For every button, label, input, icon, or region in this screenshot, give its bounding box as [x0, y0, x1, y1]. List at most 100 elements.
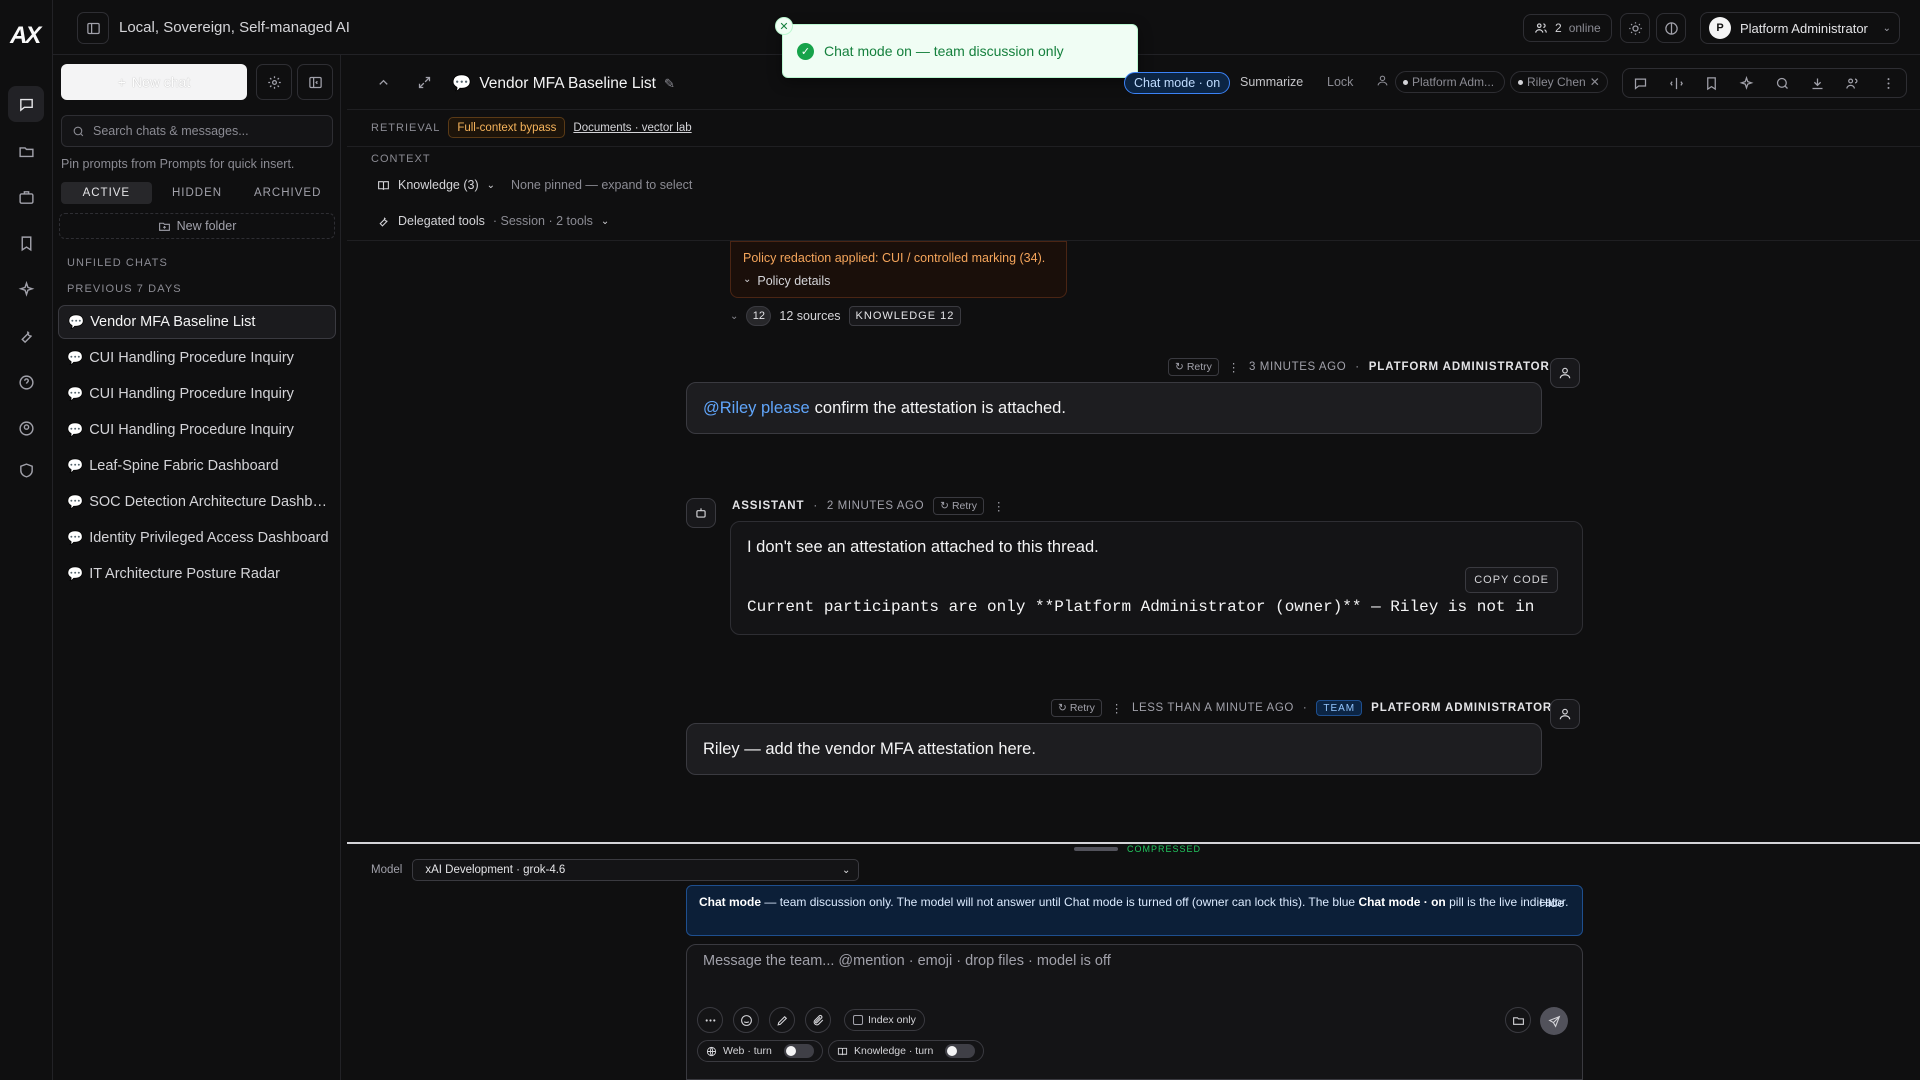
chat-list-item[interactable]: 💬 CUI Handling Procedure Inquiry: [58, 413, 336, 447]
settings-button[interactable]: [256, 64, 292, 100]
web-switch[interactable]: [783, 1044, 814, 1058]
knowledge-toggle[interactable]: Knowledge · turn: [828, 1040, 985, 1062]
message-time: 3 MINUTES AGO: [1249, 361, 1347, 373]
chats-nav-icon[interactable]: [8, 86, 44, 122]
comment-icon[interactable]: [1633, 76, 1648, 91]
open-folder-button[interactable]: [1505, 1007, 1531, 1033]
collapse-panel-button[interactable]: [297, 64, 333, 100]
pencil-icon: [776, 1015, 787, 1026]
index-only-checkbox[interactable]: Index only: [844, 1009, 925, 1031]
divider: [347, 146, 1920, 147]
delegated-tools-selector[interactable]: Delegated tools · Session · 2 tools ⌄: [377, 214, 609, 228]
help-nav-icon[interactable]: [8, 364, 44, 400]
documents-link[interactable]: Documents · vector lab: [573, 122, 691, 134]
resize-handle[interactable]: [1074, 847, 1118, 851]
tab-active[interactable]: ACTIVE: [61, 182, 152, 204]
chat-mode-pill[interactable]: Chat mode · on: [1124, 72, 1231, 94]
chat-list-item[interactable]: 💬 CUI Handling Procedure Inquiry: [58, 341, 336, 375]
retry-button[interactable]: ↻ Retry: [1051, 699, 1102, 717]
book-icon: [837, 1047, 848, 1055]
wrench-icon: [379, 216, 388, 227]
chat-item-title: Vendor MFA Baseline List: [90, 314, 256, 330]
emoji-button[interactable]: [733, 1007, 759, 1033]
participant-pill[interactable]: Riley Chen ✕: [1510, 71, 1608, 93]
chat-list-item[interactable]: 💬 IT Architecture Posture Radar: [58, 557, 336, 591]
more-vertical-icon[interactable]: [1881, 76, 1896, 91]
checkbox[interactable]: [853, 1015, 863, 1025]
expand-button[interactable]: [411, 69, 437, 95]
chat-list-item[interactable]: 💬 Identity Privileged Access Dashboard: [58, 521, 336, 555]
chat-item-title: IT Architecture Posture Radar: [89, 566, 280, 582]
message-input[interactable]: Message the team... @mention · emoji · d…: [703, 953, 1111, 969]
tab-hidden[interactable]: HIDDEN: [152, 182, 243, 204]
retry-icon: ↻: [940, 500, 949, 512]
retrieval-mode-pill[interactable]: Full-context bypass: [448, 117, 566, 138]
theme-toggle-button[interactable]: [1620, 13, 1650, 43]
summarize-button[interactable]: Summarize: [1240, 75, 1303, 89]
more-actions-button[interactable]: [697, 1007, 723, 1033]
chat-list-item[interactable]: 💬 Vendor MFA Baseline List: [58, 305, 336, 339]
knowledge-switch[interactable]: [945, 1044, 976, 1058]
lock-button[interactable]: Lock: [1327, 75, 1353, 89]
branch-icon[interactable]: [1669, 76, 1684, 91]
app-root: AX Local, Sovereign, Self-managed AI 2 o…: [0, 0, 1920, 1080]
search-icon[interactable]: [1775, 76, 1790, 91]
user-avatar: P: [1709, 17, 1731, 39]
download-icon[interactable]: [1810, 76, 1825, 91]
copy-code-button[interactable]: COPY CODE: [1465, 567, 1558, 593]
tab-archived[interactable]: ARCHIVED: [242, 182, 333, 204]
online-users-pill[interactable]: 2 online: [1523, 14, 1612, 42]
chat-item-title: Leaf-Spine Fabric Dashboard: [89, 458, 279, 474]
draw-button[interactable]: [769, 1007, 795, 1033]
sparkles-nav-icon[interactable]: [8, 271, 44, 307]
new-chat-label: New chat: [131, 74, 191, 90]
sparkles-icon[interactable]: [1739, 75, 1754, 91]
chat-list-item[interactable]: 💬 CUI Handling Procedure Inquiry: [58, 377, 336, 411]
web-toggle[interactable]: Web · turn: [697, 1040, 823, 1062]
nav-rail: AX: [0, 0, 53, 1080]
more-options-icon[interactable]: ⋮: [993, 499, 1005, 513]
folder-icon: [1512, 1016, 1524, 1025]
new-folder-label: New folder: [176, 219, 237, 233]
sources-row[interactable]: ⌄ 12 12 sources KNOWLEDGE 12: [730, 306, 962, 326]
mention-text[interactable]: @Riley please: [703, 399, 810, 418]
search-input[interactable]: [93, 124, 323, 138]
collapse-up-button[interactable]: [370, 69, 396, 95]
compressed-label: COMPRESSED: [1127, 844, 1202, 854]
shield-nav-icon[interactable]: [8, 452, 44, 488]
send-button[interactable]: [1540, 1007, 1568, 1035]
sidebar-toggle-button[interactable]: [77, 12, 109, 44]
new-folder-button[interactable]: New folder: [59, 213, 335, 239]
contrast-toggle-button[interactable]: [1656, 13, 1686, 43]
more-options-icon[interactable]: ⋮: [1228, 360, 1240, 374]
chevron-down-icon: ⌄: [1882, 22, 1891, 34]
sidebar-icon: [86, 22, 100, 34]
new-chat-button[interactable]: + New chat: [61, 64, 247, 100]
participant-pill[interactable]: Platform Adm...: [1395, 71, 1505, 93]
users-icon[interactable]: [1845, 76, 1860, 91]
folder-nav-icon[interactable]: [8, 133, 44, 169]
edit-pencil-icon[interactable]: ✎: [664, 76, 675, 92]
knowledge-selector[interactable]: Knowledge (3) ⌄ None pinned — expand to …: [377, 178, 692, 192]
retry-button[interactable]: ↻ Retry: [933, 497, 985, 515]
wrench-nav-icon[interactable]: [8, 318, 44, 354]
policy-details-toggle[interactable]: ⌄ Policy details: [743, 274, 1054, 288]
chat-list-item[interactable]: 💬 Leaf-Spine Fabric Dashboard: [58, 449, 336, 483]
attach-button[interactable]: [805, 1007, 831, 1033]
bookmark-icon[interactable]: [1704, 76, 1719, 91]
more-options-icon[interactable]: ⋮: [1111, 701, 1123, 715]
workspace-nav-icon[interactable]: [8, 179, 44, 215]
model-select-value: xAI Development · grok-4.6: [425, 864, 566, 876]
user-menu-button[interactable]: P Platform Administrator ⌄: [1700, 12, 1900, 44]
retry-button[interactable]: ↻ Retry: [1168, 358, 1219, 376]
team-badge: TEAM: [1316, 700, 1363, 716]
bookmark-nav-icon[interactable]: [8, 225, 44, 261]
toast-close-button[interactable]: ✕: [775, 17, 793, 35]
chat-list-item[interactable]: 💬 SOC Detection Architecture Dashboard: [58, 485, 336, 519]
hide-banner-button[interactable]: Hide: [1539, 895, 1564, 911]
online-count: 2: [1555, 21, 1562, 35]
remove-participant-icon[interactable]: ✕: [1590, 75, 1600, 89]
profile-nav-icon[interactable]: [8, 410, 44, 446]
chat-item-title: CUI Handling Procedure Inquiry: [89, 422, 294, 438]
model-select[interactable]: xAI Development · grok-4.6 ⌄: [412, 859, 860, 881]
